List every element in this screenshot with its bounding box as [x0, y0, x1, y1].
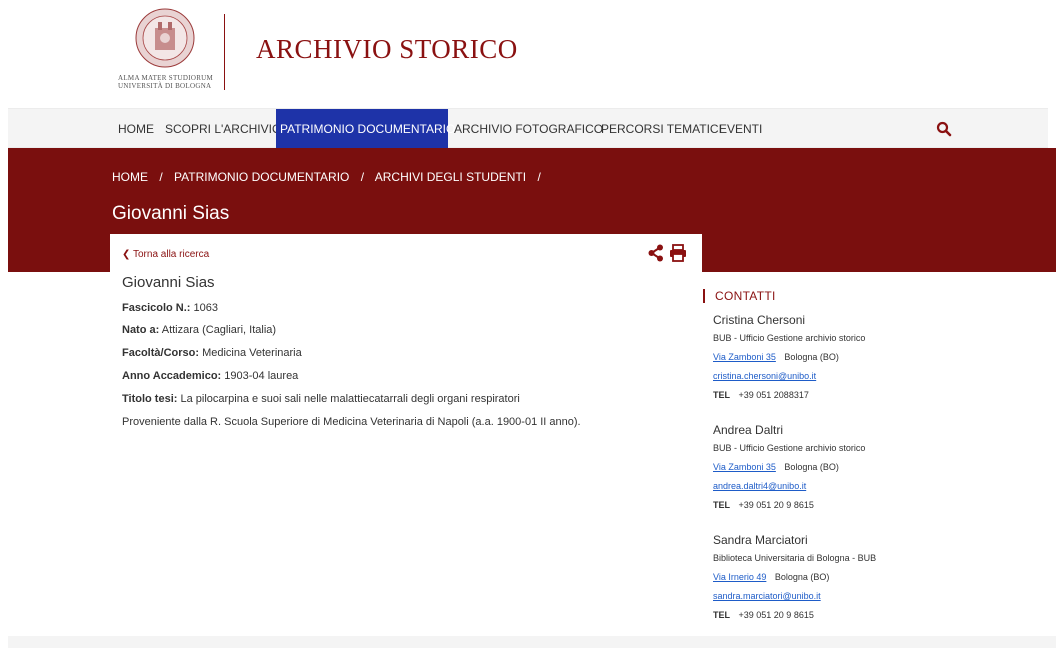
breadcrumb-patrimonio[interactable]: PATRIMONIO DOCUMENTARIO: [174, 170, 349, 184]
field-nato-label: Nato a:: [122, 324, 160, 336]
contact-card: Andrea Daltri BUB - Ufficio Gestione arc…: [713, 421, 963, 515]
site-header: ALMA MATER STUDIORUM UNIVERSITÀ DI BOLOG…: [0, 0, 1056, 108]
breadcrumb: HOME / PATRIMONIO DOCUMENTARIO / ARCHIVI…: [112, 170, 549, 184]
contact-city: Bologna (BO): [774, 572, 830, 582]
contact-email-row: sandra.marciatori@unibo.it: [713, 587, 963, 606]
contact-email-link[interactable]: andrea.daltri4@unibo.it: [713, 481, 806, 491]
header-divider: [224, 14, 225, 90]
field-fascicolo: Fascicolo N.: 1063: [122, 302, 218, 314]
field-titolo-value: La pilocarpina e suoi sali nelle malatti…: [180, 393, 520, 405]
field-titolo-tesi: Titolo tesi: La pilocarpina e suoi sali …: [122, 393, 520, 405]
contact-email-row: cristina.chersoni@unibo.it: [713, 367, 963, 386]
contact-card: Cristina Chersoni BUB - Ufficio Gestione…: [713, 311, 963, 405]
field-anno-value: 1903-04 laurea: [224, 370, 299, 382]
contact-address: Via Zamboni 35 Bologna (BO): [713, 458, 963, 477]
nav-item-patrimonio[interactable]: PATRIMONIO DOCUMENTARIO: [276, 109, 455, 149]
contact-address-link[interactable]: Via Zamboni 35: [713, 352, 776, 362]
main-nav: HOME SCOPRI L'ARCHIVIO PATRIMONIO DOCUME…: [8, 108, 1048, 149]
nav-item-scopri[interactable]: SCOPRI L'ARCHIVIO: [161, 109, 285, 149]
breadcrumb-separator: /: [159, 170, 163, 184]
record-title: Giovanni Sias: [122, 274, 215, 291]
contact-address-link[interactable]: Via Irnerio 49: [713, 572, 766, 582]
contact-tel-row: TEL +39 051 20 9 8615: [713, 496, 963, 515]
university-seal-logo[interactable]: [135, 8, 195, 68]
nav-item-eventi[interactable]: EVENTI: [715, 109, 766, 149]
share-icon[interactable]: [648, 244, 664, 262]
breadcrumb-separator: /: [360, 170, 365, 184]
contact-email-row: andrea.daltri4@unibo.it: [713, 477, 963, 496]
contact-city: Bologna (BO): [784, 462, 839, 472]
chevron-left-icon: ❮: [122, 249, 131, 260]
back-to-search-link[interactable]: ❮ Torna alla ricerca: [122, 249, 209, 260]
contact-email-link[interactable]: cristina.chersoni@unibo.it: [713, 371, 816, 381]
page-title: Giovanni Sias: [112, 203, 230, 224]
contact-office: BUB - Ufficio Gestione archivio storico: [713, 333, 866, 343]
field-anno-label: Anno Accademico:: [122, 370, 222, 382]
search-icon[interactable]: [936, 121, 952, 137]
seal-caption-line1: ALMA MATER STUDIORUM: [118, 74, 214, 82]
seal-caption: ALMA MATER STUDIORUM UNIVERSITÀ DI BOLOG…: [118, 74, 228, 90]
contact-name: Andrea Daltri: [713, 423, 784, 437]
contact-tel-label: TEL: [713, 390, 730, 400]
field-facolta-value: Medicina Veterinaria: [202, 347, 302, 359]
contact-city: Bologna (BO): [784, 352, 839, 362]
contact-tel-label: TEL: [713, 610, 730, 620]
contact-tel: +39 051 20 9 8615: [738, 500, 814, 510]
field-facolta-label: Facoltà/Corso:: [122, 347, 200, 359]
breadcrumb-archivi-studenti[interactable]: ARCHIVI DEGLI STUDENTI: [375, 170, 526, 184]
field-provenienza: Proveniente dalla R. Scuola Superiore di…: [122, 416, 581, 428]
contact-tel-label: TEL: [713, 500, 730, 510]
contact-address-link[interactable]: Via Zamboni 35: [713, 462, 776, 472]
contact-office: Biblioteca Universitaria di Bologna - BU…: [713, 553, 877, 563]
breadcrumb-separator: /: [537, 170, 541, 184]
site-title[interactable]: ARCHIVIO STORICO: [256, 34, 518, 65]
field-titolo-label: Titolo tesi:: [122, 393, 178, 405]
record-card: ❮ Torna alla ricerca Giovanni Sias Fasci…: [110, 234, 702, 474]
print-icon[interactable]: [669, 244, 687, 262]
contact-office: BUB - Ufficio Gestione archivio storico: [713, 443, 866, 453]
seal-caption-line2: UNIVERSITÀ DI BOLOGNA: [118, 82, 212, 90]
footer-strip: [8, 636, 1056, 648]
field-nato-value: Attizara (Cagliari, Italia): [161, 324, 277, 336]
contact-address: Via Zamboni 35 Bologna (BO): [713, 348, 963, 367]
field-facolta: Facoltà/Corso: Medicina Veterinaria: [122, 347, 302, 359]
contatti-heading: CONTATTI: [715, 289, 776, 303]
back-to-search-label: Torna alla ricerca: [133, 249, 210, 260]
contact-name: Sandra Marciatori: [713, 533, 808, 547]
contact-tel: +39 051 2088317: [738, 390, 809, 400]
field-fascicolo-label: Fascicolo N.:: [122, 302, 191, 314]
field-anno: Anno Accademico: 1903-04 laurea: [122, 370, 298, 382]
field-nato: Nato a: Attizara (Cagliari, Italia): [122, 324, 276, 336]
nav-item-archivio-fotografico[interactable]: ARCHIVIO FOTOGRAFICO: [450, 109, 607, 149]
breadcrumb-home[interactable]: HOME: [112, 170, 148, 184]
nav-item-home[interactable]: HOME: [114, 109, 158, 149]
contact-tel-row: TEL +39 051 2088317: [713, 386, 963, 405]
nav-item-percorsi[interactable]: PERCORSI TEMATICI: [597, 109, 726, 149]
field-fascicolo-value: 1063: [193, 302, 219, 314]
contact-tel: +39 051 20 9 8615: [738, 610, 814, 620]
contatti-accent-bar: [703, 289, 705, 303]
contact-name: Cristina Chersoni: [713, 313, 806, 327]
contact-email-link[interactable]: sandra.marciatori@unibo.it: [713, 591, 821, 601]
contact-card: Sandra Marciatori Biblioteca Universitar…: [713, 531, 963, 625]
contact-address: Via Irnerio 49 Bologna (BO): [713, 568, 963, 587]
contact-tel-row: TEL +39 051 20 9 8615: [713, 606, 963, 625]
